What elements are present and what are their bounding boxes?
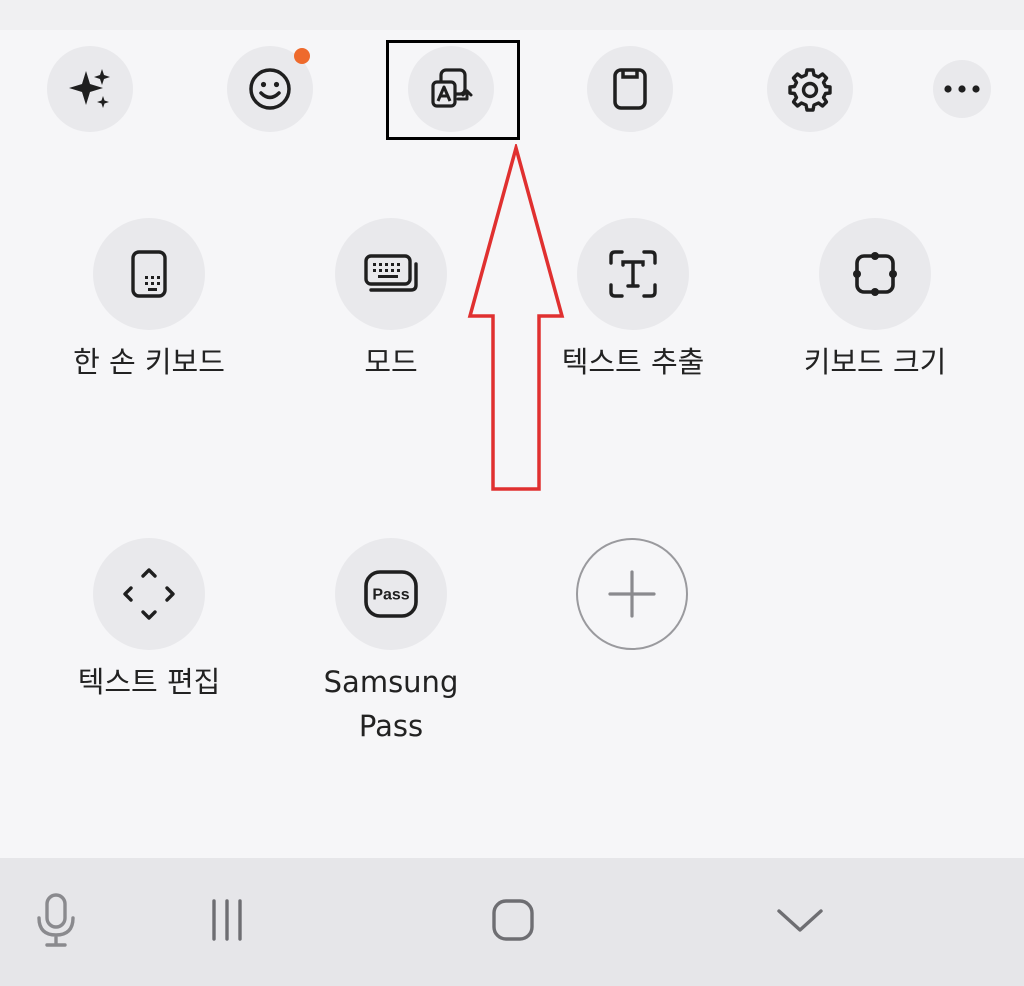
tool-label: 텍스트 편집: [77, 665, 221, 699]
tool-text-extract[interactable]: 텍스트 추출: [548, 218, 718, 384]
voice-input-button[interactable]: [24, 888, 88, 952]
keyboard-size-icon: [853, 252, 897, 296]
sparkle-icon: [69, 69, 110, 108]
pass-icon-text: Pass: [372, 587, 409, 604]
hide-keyboard-button[interactable]: [768, 888, 832, 952]
pass-icon: Pass: [364, 570, 418, 618]
one-hand-keyboard-icon: [131, 250, 167, 298]
settings-button[interactable]: [767, 46, 853, 132]
tool-text-edit[interactable]: 텍스트 편집: [64, 538, 234, 704]
tool-one-hand-keyboard-circle: [93, 218, 205, 330]
more-icon: [944, 85, 980, 93]
tool-mode-circle: [335, 218, 447, 330]
tool-label: 키보드 크기: [803, 345, 947, 379]
home-button[interactable]: [481, 888, 545, 952]
text-edit-icon: [123, 568, 175, 620]
gear-icon: [788, 68, 832, 112]
add-tool-button[interactable]: [576, 538, 688, 650]
tool-text-edit-circle: [93, 538, 205, 650]
clipboard-icon: [613, 68, 647, 110]
tool-label-line: Pass: [358, 709, 424, 743]
recent-apps-icon: [212, 899, 242, 941]
tool-keyboard-size-circle: [819, 218, 931, 330]
home-icon: [492, 899, 534, 941]
tool-keyboard-size[interactable]: 키보드 크기: [790, 218, 960, 384]
tool-label: 모드: [364, 345, 418, 379]
ai-tools-button[interactable]: [47, 46, 133, 132]
translate-button[interactable]: [408, 46, 494, 132]
microphone-icon: [37, 893, 75, 947]
tool-one-hand-keyboard[interactable]: 한 손 키보드: [64, 218, 234, 384]
emoji-icon: [249, 68, 291, 110]
keyboard-mode-icon: [364, 254, 418, 292]
translate-icon: [431, 68, 473, 108]
more-button[interactable]: [933, 60, 991, 118]
hide-keyboard-icon: [777, 909, 823, 932]
tool-text-extract-circle: [577, 218, 689, 330]
tool-label: 텍스트 추출: [561, 345, 705, 379]
status-strip: [0, 0, 1024, 30]
tool-mode[interactable]: 모드: [306, 218, 476, 384]
clipboard-button[interactable]: [587, 46, 673, 132]
tool-label-line: Samsung: [323, 665, 459, 699]
plus-icon: [608, 570, 656, 618]
tool-samsung-pass-circle: Pass: [335, 538, 447, 650]
tool-label: Samsung Pass: [306, 660, 476, 748]
notification-badge: [294, 48, 310, 64]
tool-label: 한 손 키보드: [73, 345, 225, 379]
recent-apps-button[interactable]: [195, 888, 259, 952]
tool-samsung-pass[interactable]: Pass Samsung Pass: [306, 538, 476, 748]
text-extract-icon: [609, 250, 657, 298]
